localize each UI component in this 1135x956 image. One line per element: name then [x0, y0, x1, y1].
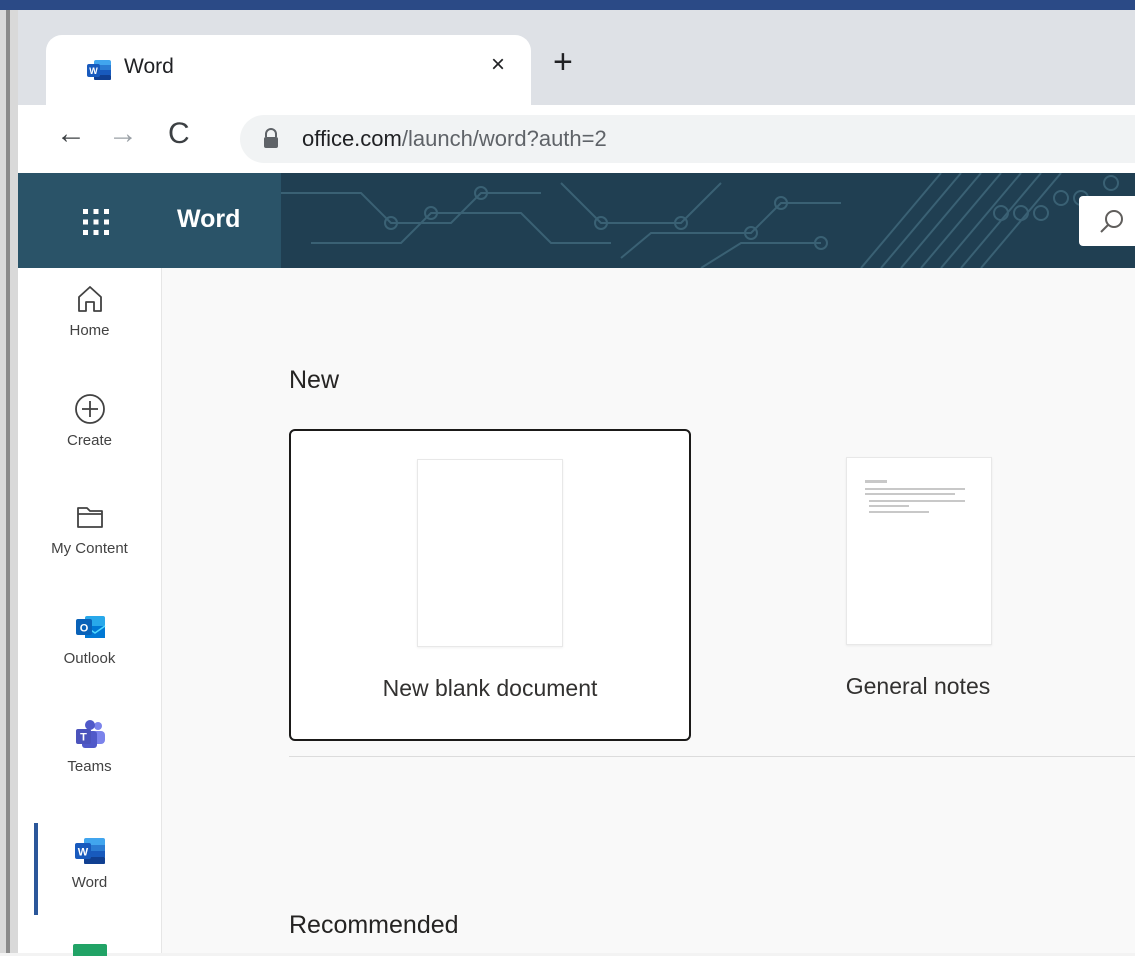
header-banner-pattern: [281, 173, 1119, 268]
rail-label-word: Word: [71, 874, 108, 891]
svg-text:W: W: [77, 847, 88, 859]
outlook-icon: O: [75, 616, 105, 638]
svg-text:T: T: [80, 732, 87, 744]
template-label-general-notes: General notes: [845, 673, 991, 699]
rail-item-create[interactable]: Create: [18, 392, 161, 449]
rail-label-home: Home: [69, 322, 110, 339]
reload-icon[interactable]: C: [168, 119, 190, 149]
main-content: New New blank document General notes Rec…: [162, 268, 1135, 953]
window-title-strip: [0, 0, 1135, 10]
general-notes-thumbnail: [846, 457, 992, 645]
app-launcher-area[interactable]: [18, 173, 173, 268]
url-text: office.com/launch/word?auth=2: [302, 126, 607, 152]
app-title[interactable]: Word: [177, 205, 240, 234]
tab-close-icon[interactable]: ×: [491, 51, 505, 79]
rail-item-excel-partial[interactable]: [73, 944, 107, 956]
word-favicon-icon: W: [87, 60, 111, 80]
new-tab-button[interactable]: +: [553, 45, 573, 79]
section-divider: [289, 756, 1135, 757]
browser-toolbar: ← → C office.com/launch/word?auth=2: [18, 105, 1135, 173]
rail-item-my-content[interactable]: My Content: [18, 500, 161, 557]
url-domain: office.com: [302, 126, 402, 151]
word-icon: W: [74, 838, 105, 864]
teams-icon: T: [75, 720, 105, 748]
search-input[interactable]: [1079, 196, 1135, 246]
new-section-title: New: [289, 366, 340, 394]
url-path: /launch/word?auth=2: [401, 126, 607, 151]
search-icon: [1100, 210, 1123, 233]
rail-item-home[interactable]: Home: [18, 282, 161, 339]
home-icon: [77, 286, 102, 312]
app-rail: Home Create My Content O Outlook T Teams…: [18, 268, 162, 956]
rail-label-my-content: My Content: [51, 540, 128, 557]
rail-label-outlook: Outlook: [63, 650, 116, 667]
rail-label-create: Create: [66, 432, 113, 449]
forward-arrow-icon[interactable]: →: [108, 119, 138, 149]
notes-preview-lines: [865, 480, 965, 513]
rail-item-teams[interactable]: T Teams: [18, 718, 161, 775]
rail-item-outlook[interactable]: O Outlook: [18, 610, 161, 667]
svg-text:O: O: [79, 623, 88, 635]
recommended-section-title: Recommended: [289, 911, 459, 939]
plus-circle-icon: [74, 394, 105, 424]
svg-text:W: W: [89, 66, 98, 76]
address-bar[interactable]: office.com/launch/word?auth=2: [240, 115, 1135, 163]
browser-tab-strip: W Word × +: [18, 10, 1135, 105]
browser-tab-word[interactable]: W Word ×: [46, 35, 531, 105]
rail-label-teams: Teams: [67, 758, 112, 775]
screen: W Word × + ← → C office.com/launch/word?…: [0, 0, 1135, 956]
template-label-blank: New blank document: [382, 675, 598, 701]
folder-icon: [76, 507, 103, 528]
template-tile-general-notes[interactable]: General notes: [719, 429, 1117, 737]
brand-area: Word: [173, 173, 281, 268]
desktop-edge: [0, 10, 19, 953]
tab-title: Word: [124, 55, 174, 78]
office-header: Word: [18, 173, 1135, 268]
lock-icon: [264, 128, 278, 148]
blank-document-thumbnail: [417, 459, 563, 647]
app-launcher-icon[interactable]: [81, 207, 111, 237]
rail-item-word[interactable]: W Word: [18, 834, 161, 891]
template-tile-blank[interactable]: New blank document: [289, 429, 691, 741]
back-arrow-icon[interactable]: ←: [56, 119, 86, 149]
